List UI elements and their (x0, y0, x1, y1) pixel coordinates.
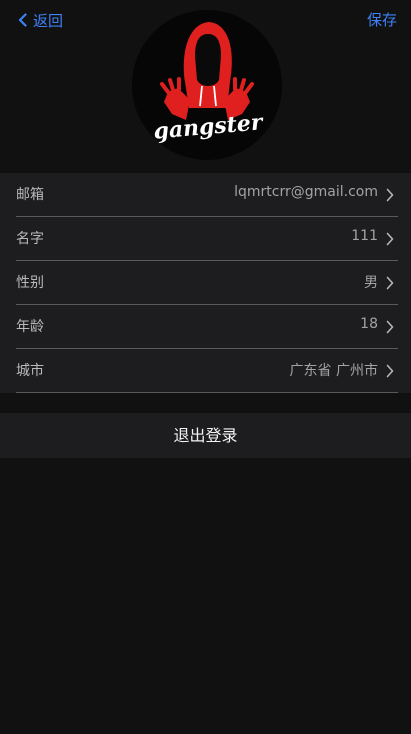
avatar-image: gangster (132, 10, 282, 160)
save-button[interactable]: 保存 (367, 10, 397, 30)
profile-info-list: 邮箱 lqmrtcrr@gmail.com 名字 111 性别 男 年龄 18 (0, 173, 411, 393)
chevron-right-icon (386, 276, 394, 290)
row-city[interactable]: 城市 广东省 广州市 (16, 349, 398, 393)
city-value: 广东省 广州市 (289, 363, 378, 379)
gender-label: 性别 (16, 275, 44, 291)
age-label: 年龄 (16, 319, 44, 335)
chevron-right-icon (386, 320, 394, 334)
logout-button[interactable]: 退出登录 (0, 413, 411, 458)
name-value: 111 (351, 228, 378, 244)
chevron-right-icon (386, 188, 394, 202)
chevron-right-icon (386, 364, 394, 378)
back-label: 返回 (33, 11, 64, 30)
gender-value: 男 (364, 275, 378, 291)
row-gender[interactable]: 性别 男 (16, 261, 398, 305)
email-label: 邮箱 (16, 187, 44, 203)
chevron-left-icon (18, 13, 27, 27)
age-value: 18 (360, 316, 378, 332)
back-button[interactable]: 返回 (18, 10, 63, 30)
name-label: 名字 (16, 231, 44, 247)
row-age[interactable]: 年龄 18 (16, 305, 398, 349)
city-label: 城市 (16, 363, 44, 379)
profile-edit-screen: 返回 保存 gangster 邮箱 lqmrtcrr@gmail.com 名字 … (0, 0, 411, 734)
chevron-right-icon (386, 232, 394, 246)
row-email[interactable]: 邮箱 lqmrtcrr@gmail.com (16, 173, 398, 217)
row-name[interactable]: 名字 111 (16, 217, 398, 261)
email-value: lqmrtcrr@gmail.com (234, 184, 378, 200)
avatar[interactable]: gangster (132, 10, 282, 160)
